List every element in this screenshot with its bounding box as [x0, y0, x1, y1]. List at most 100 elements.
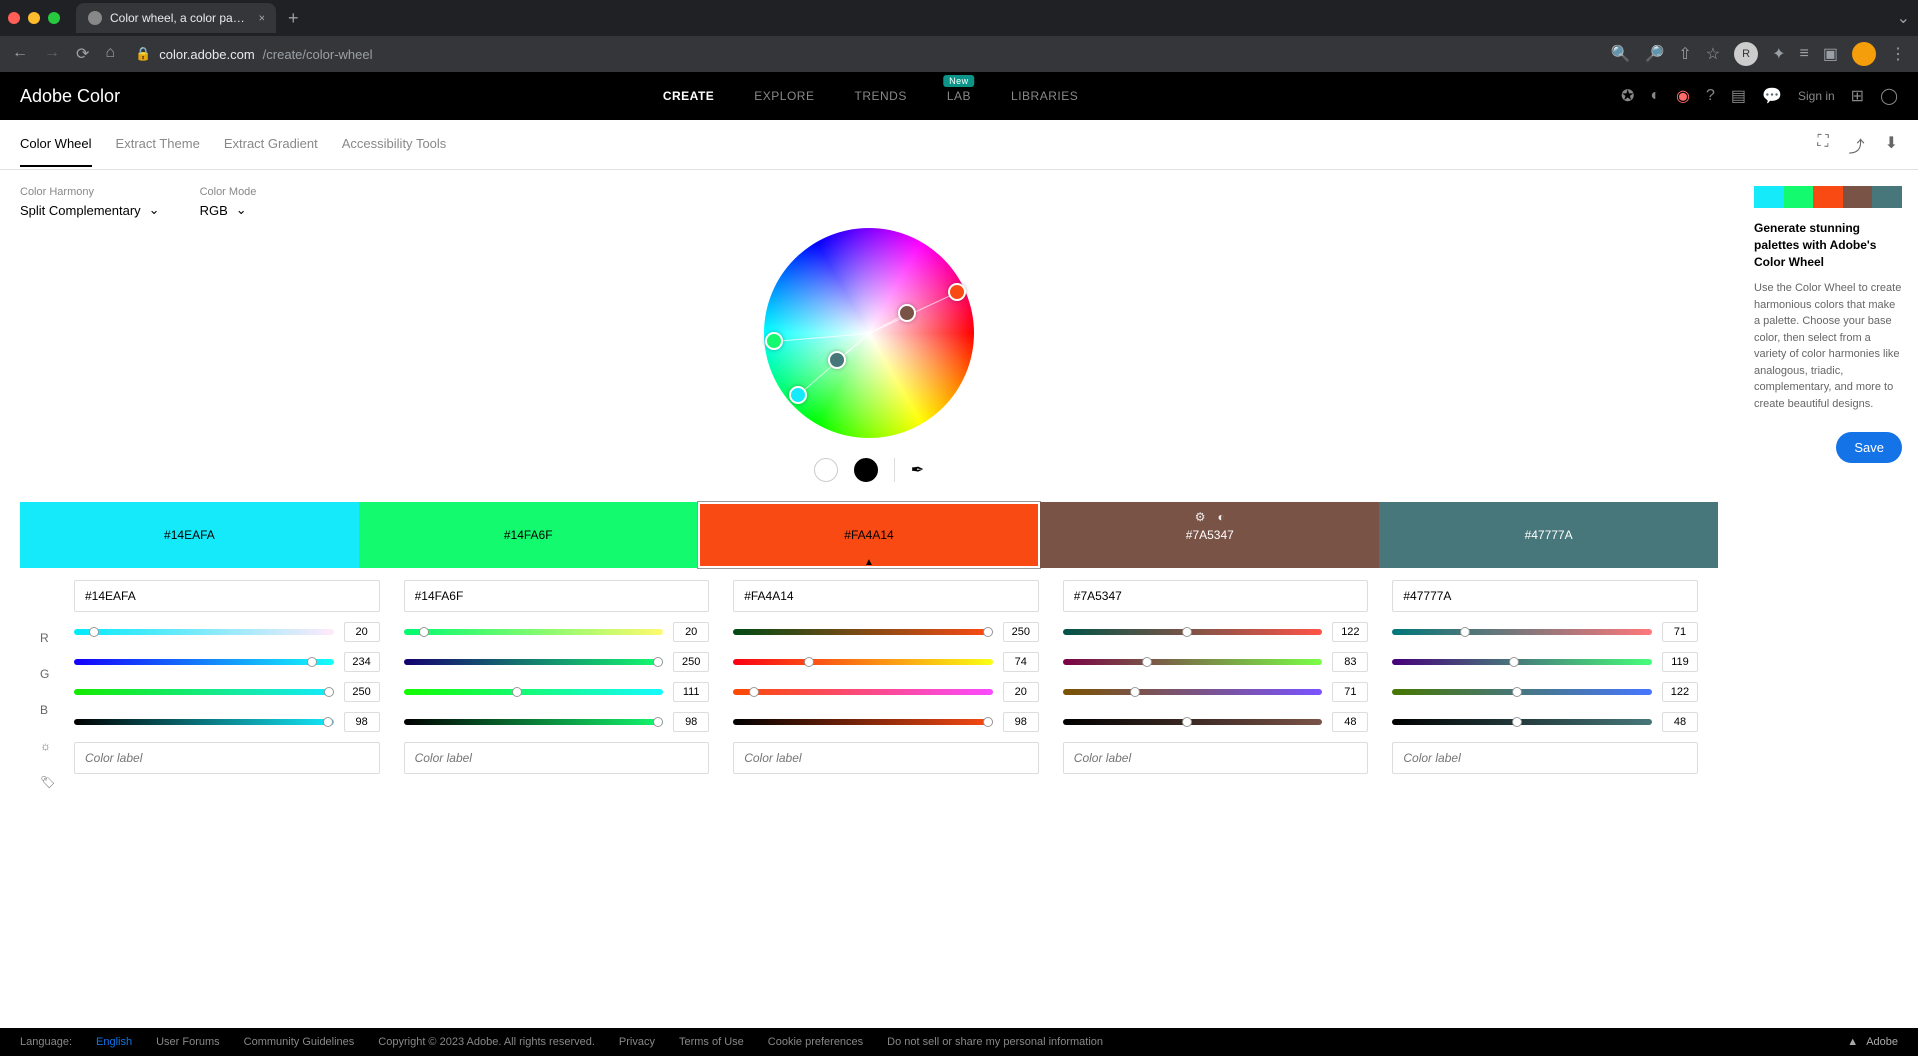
slider-value[interactable]: 111 — [673, 682, 709, 702]
slider-value[interactable]: 71 — [1332, 682, 1368, 702]
slider-value[interactable]: 250 — [1003, 622, 1039, 642]
window-maximize[interactable] — [48, 12, 60, 24]
extensions-icon[interactable]: ✦ — [1772, 44, 1785, 64]
adobe-logo[interactable]: Adobe Color — [20, 86, 120, 107]
download-icon[interactable]: ⬇ — [1885, 133, 1898, 157]
slider[interactable] — [404, 719, 664, 725]
hex-input[interactable] — [1392, 580, 1698, 612]
address-bar[interactable]: 🔒 color.adobe.com/create/color-wheel — [127, 46, 1598, 62]
slider[interactable] — [1063, 719, 1323, 725]
slider-value[interactable]: 250 — [344, 682, 380, 702]
save-button[interactable]: Save — [1836, 432, 1902, 463]
nav-libraries[interactable]: LIBRARIES — [1011, 89, 1078, 103]
wheel-handle[interactable] — [828, 351, 846, 369]
language-select[interactable]: English — [96, 1036, 132, 1048]
slider[interactable] — [1392, 719, 1652, 725]
slider[interactable] — [1063, 689, 1323, 695]
slider-value[interactable]: 74 — [1003, 652, 1039, 672]
slider[interactable] — [1063, 629, 1323, 635]
slider-value[interactable]: 98 — [1003, 712, 1039, 732]
slider[interactable] — [404, 659, 664, 665]
swatch[interactable]: #7A5347⚙◐ — [1040, 502, 1379, 568]
share-palette-icon[interactable]: ⤴ — [1849, 133, 1865, 157]
slider-value[interactable]: 122 — [1662, 682, 1698, 702]
swatch[interactable]: #14EAFA — [20, 502, 359, 568]
color-wheel-icon[interactable]: ◉ — [1676, 86, 1690, 106]
hex-input[interactable] — [1063, 580, 1369, 612]
footer-link[interactable]: Do not sell or share my personal informa… — [887, 1036, 1103, 1048]
slider[interactable] — [74, 659, 334, 665]
account-avatar-icon[interactable] — [1852, 42, 1876, 66]
tab-accessibility[interactable]: Accessibility Tools — [342, 122, 447, 167]
contrast-icon[interactable]: ◐ — [1218, 510, 1225, 524]
cc-icon[interactable]: ◯ — [1880, 86, 1898, 106]
tabs-dropdown-icon[interactable]: ⌄ — [1897, 8, 1910, 28]
share-icon[interactable]: ⇧ — [1678, 44, 1691, 64]
color-label-input[interactable] — [1392, 742, 1698, 774]
color-label-input[interactable] — [74, 742, 380, 774]
slider[interactable] — [404, 629, 664, 635]
star-icon[interactable]: ✪ — [1621, 86, 1634, 106]
swatch[interactable]: #14FA6F — [359, 502, 698, 568]
color-wheel[interactable] — [764, 228, 974, 438]
wheel-handle[interactable] — [898, 304, 916, 322]
reading-list-icon[interactable]: ≡ — [1800, 45, 1809, 63]
chat-icon[interactable]: 💬 — [1762, 86, 1782, 106]
window-minimize[interactable] — [28, 12, 40, 24]
profile-icon[interactable]: R — [1734, 42, 1758, 66]
footer-link[interactable]: Cookie preferences — [768, 1036, 863, 1048]
tab-close-icon[interactable]: × — [258, 11, 264, 25]
eyedropper-icon[interactable]: ✒ — [911, 460, 924, 480]
apps-icon[interactable]: ⊞ — [1851, 86, 1864, 106]
slider-value[interactable]: 71 — [1662, 622, 1698, 642]
slider-value[interactable]: 98 — [344, 712, 380, 732]
slider-value[interactable]: 48 — [1332, 712, 1368, 732]
color-label-input[interactable] — [404, 742, 710, 774]
tab-extract-theme[interactable]: Extract Theme — [116, 122, 200, 167]
back-icon[interactable]: ← — [12, 44, 28, 64]
wheel-handle[interactable] — [789, 386, 807, 404]
slider-value[interactable]: 48 — [1662, 712, 1698, 732]
swatch[interactable]: #47777A — [1379, 502, 1718, 568]
slider[interactable] — [1392, 659, 1652, 665]
slider-value[interactable]: 83 — [1332, 652, 1368, 672]
slider[interactable] — [1392, 629, 1652, 635]
fullscreen-icon[interactable]: ⛶ — [1817, 133, 1828, 157]
slider[interactable] — [733, 659, 993, 665]
slider[interactable] — [74, 629, 334, 635]
hex-input[interactable] — [733, 580, 1039, 612]
swatch[interactable]: #FA4A14 — [698, 502, 1041, 568]
slider[interactable] — [733, 629, 993, 635]
slider[interactable] — [404, 689, 664, 695]
slider[interactable] — [74, 719, 334, 725]
adjust-icon[interactable]: ⚙ — [1195, 510, 1206, 524]
forward-icon[interactable]: → — [44, 44, 60, 64]
signin-link[interactable]: Sign in — [1798, 89, 1835, 103]
harmony-select[interactable]: Split Complementary ⌄ — [20, 202, 160, 218]
home-icon[interactable]: ⌂ — [105, 44, 115, 64]
color-label-input[interactable] — [733, 742, 1039, 774]
new-tab-button[interactable]: + — [288, 8, 299, 29]
window-close[interactable] — [8, 12, 20, 24]
slider-value[interactable]: 119 — [1662, 652, 1698, 672]
tab-color-wheel[interactable]: Color Wheel — [20, 122, 92, 167]
menu-icon[interactable]: ⋮ — [1890, 44, 1906, 64]
sidepanel-icon[interactable]: ▣ — [1823, 44, 1838, 64]
light-mode-toggle[interactable] — [814, 458, 838, 482]
zoom-in-icon[interactable]: 🔍 — [1611, 44, 1631, 64]
dark-mode-toggle[interactable] — [854, 458, 878, 482]
footer-link[interactable]: Community Guidelines — [244, 1036, 355, 1048]
slider[interactable] — [733, 719, 993, 725]
color-label-input[interactable] — [1063, 742, 1369, 774]
feedback-icon[interactable]: ▤ — [1731, 86, 1746, 106]
slider-value[interactable]: 20 — [344, 622, 380, 642]
footer-link[interactable]: Terms of Use — [679, 1036, 744, 1048]
wheel-handle[interactable] — [948, 283, 966, 301]
footer-link[interactable]: User Forums — [156, 1036, 220, 1048]
slider-value[interactable]: 98 — [673, 712, 709, 732]
slider-value[interactable]: 20 — [673, 622, 709, 642]
bookmark-icon[interactable]: ☆ — [1706, 44, 1720, 64]
slider[interactable] — [733, 689, 993, 695]
slider[interactable] — [1063, 659, 1323, 665]
hex-input[interactable] — [74, 580, 380, 612]
